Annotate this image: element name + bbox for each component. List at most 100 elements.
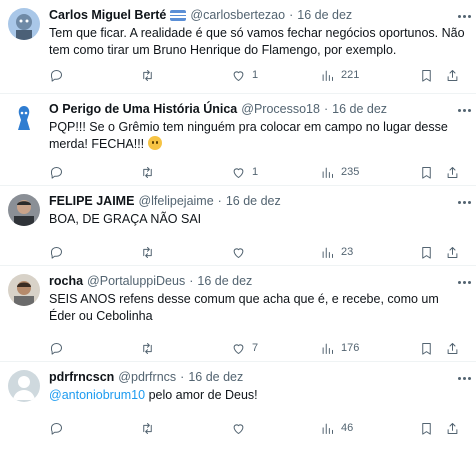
reply-button[interactable] bbox=[49, 68, 70, 83]
views-button[interactable]: 235 bbox=[320, 165, 359, 180]
tweet-text: @antoniobrum10 pelo amor de Deus! bbox=[49, 387, 468, 404]
like-icon bbox=[233, 70, 244, 81]
share-button[interactable] bbox=[445, 421, 460, 436]
retweet-icon bbox=[143, 422, 152, 434]
bookmark-button[interactable] bbox=[419, 341, 434, 356]
grimacing-emoji-icon bbox=[147, 136, 162, 150]
tweet-text-content: PQP!!! Se o Grêmio tem ninguém pra coloc… bbox=[49, 120, 448, 151]
author-handle[interactable]: @Processo18 bbox=[241, 100, 320, 118]
retweet-icon bbox=[143, 342, 152, 354]
bookmark-icon bbox=[422, 246, 431, 259]
bookmark-button[interactable] bbox=[419, 68, 434, 83]
author-name[interactable]: rocha bbox=[49, 272, 83, 290]
retweet-icon bbox=[143, 69, 152, 81]
share-icon bbox=[447, 422, 458, 434]
author-name[interactable]: pdrfrncscn bbox=[49, 368, 114, 386]
flag-icon bbox=[170, 9, 187, 21]
tweet-text: BOA, DE GRAÇA NÃO SAI bbox=[49, 212, 202, 226]
tweet-text-content: pelo amor de Deus! bbox=[145, 388, 258, 402]
like-icon bbox=[233, 423, 244, 434]
reply-icon bbox=[51, 69, 62, 82]
tweet-date[interactable]: 16 de dez bbox=[188, 368, 243, 386]
bookmark-icon bbox=[422, 166, 431, 179]
avatar[interactable] bbox=[8, 274, 40, 306]
like-button[interactable] bbox=[231, 421, 252, 436]
author-handle[interactable]: @lfelipejaime bbox=[138, 192, 213, 210]
tweet[interactable]: rocha @PortaluppiDeus · 16 de dez SEIS A… bbox=[0, 266, 476, 362]
more-icon[interactable] bbox=[456, 102, 472, 118]
mention-link[interactable]: @antoniobrum10 bbox=[49, 388, 145, 402]
retweet-button[interactable] bbox=[140, 341, 161, 356]
share-button[interactable] bbox=[445, 245, 460, 260]
share-button[interactable] bbox=[445, 68, 460, 83]
retweet-icon bbox=[143, 166, 152, 178]
reply-icon bbox=[51, 342, 62, 355]
avatar[interactable] bbox=[8, 194, 40, 226]
author-name[interactable]: FELIPE JAIME bbox=[49, 192, 134, 210]
more-icon[interactable] bbox=[456, 8, 472, 24]
bookmark-icon bbox=[422, 69, 431, 82]
views-count: 176 bbox=[341, 342, 360, 354]
tweet-date[interactable]: 16 de dez bbox=[197, 272, 252, 290]
author-handle[interactable]: @carlosbertezao bbox=[190, 6, 285, 24]
bookmark-button[interactable] bbox=[419, 421, 434, 436]
tweet[interactable]: FELIPE JAIME @lfelipejaime · 16 de dez B… bbox=[0, 186, 476, 266]
share-button[interactable] bbox=[445, 165, 460, 180]
like-button[interactable]: 1 bbox=[231, 68, 258, 83]
author-handle[interactable]: @pdrfrncs bbox=[118, 368, 176, 386]
tweet-text: SEIS ANOS refens desse comum que acha qu… bbox=[49, 292, 439, 323]
bookmark-button[interactable] bbox=[419, 165, 434, 180]
tweet-date[interactable]: 16 de dez bbox=[226, 192, 281, 210]
more-icon[interactable] bbox=[456, 194, 472, 210]
views-icon bbox=[322, 343, 333, 354]
like-button[interactable]: 1 bbox=[231, 165, 258, 180]
views-icon bbox=[322, 70, 333, 81]
reply-button[interactable] bbox=[49, 421, 70, 436]
reply-icon bbox=[51, 166, 62, 179]
share-icon bbox=[447, 342, 458, 354]
more-icon[interactable] bbox=[456, 370, 472, 386]
views-icon bbox=[322, 167, 333, 178]
tweet-date[interactable]: 16 de dez bbox=[332, 100, 387, 118]
bookmark-icon bbox=[422, 342, 431, 355]
views-button[interactable]: 46 bbox=[320, 421, 353, 436]
more-icon[interactable] bbox=[456, 274, 472, 290]
views-count: 235 bbox=[341, 166, 360, 178]
reply-button[interactable] bbox=[49, 341, 70, 356]
tweet[interactable]: Carlos Miguel Berté @carlosbertezao · 16… bbox=[0, 0, 476, 94]
views-button[interactable]: 23 bbox=[320, 245, 353, 260]
like-button[interactable] bbox=[231, 245, 252, 260]
retweet-button[interactable] bbox=[140, 68, 161, 83]
bookmark-icon bbox=[422, 422, 431, 435]
separator-dot: · bbox=[217, 194, 222, 208]
tweet-text: Tem que ficar. A realidade é que só vamo… bbox=[49, 26, 465, 57]
like-icon bbox=[233, 343, 244, 354]
author-handle[interactable]: @PortaluppiDeus bbox=[87, 272, 185, 290]
share-icon bbox=[447, 246, 458, 258]
views-count: 23 bbox=[341, 246, 354, 258]
tweet[interactable]: pdrfrncscn @pdrfrncs · 16 de dez @antoni… bbox=[0, 362, 476, 450]
author-name[interactable]: O Perigo de Uma História Única bbox=[49, 100, 237, 118]
views-icon bbox=[322, 423, 333, 434]
reply-button[interactable] bbox=[49, 245, 70, 260]
views-button[interactable]: 221 bbox=[320, 68, 359, 83]
retweet-button[interactable] bbox=[140, 245, 161, 260]
tweet[interactable]: O Perigo de Uma História Única @Processo… bbox=[0, 94, 476, 186]
avatar[interactable] bbox=[8, 370, 40, 402]
avatar[interactable] bbox=[8, 102, 40, 134]
like-count: 1 bbox=[252, 69, 259, 81]
avatar[interactable] bbox=[8, 8, 40, 40]
share-button[interactable] bbox=[445, 341, 460, 356]
retweet-button[interactable] bbox=[140, 165, 161, 180]
bookmark-button[interactable] bbox=[419, 245, 434, 260]
like-button[interactable]: 7 bbox=[231, 341, 258, 356]
like-icon bbox=[233, 167, 244, 178]
like-count: 1 bbox=[252, 166, 259, 178]
tweet-date[interactable]: 16 de dez bbox=[297, 6, 352, 24]
tweet-text: PQP!!! Se o Grêmio tem ninguém pra coloc… bbox=[49, 119, 468, 153]
reply-button[interactable] bbox=[49, 165, 70, 180]
retweet-button[interactable] bbox=[140, 421, 161, 436]
author-name[interactable]: Carlos Miguel Berté bbox=[49, 6, 166, 24]
views-icon bbox=[322, 247, 333, 258]
views-button[interactable]: 176 bbox=[320, 341, 359, 356]
